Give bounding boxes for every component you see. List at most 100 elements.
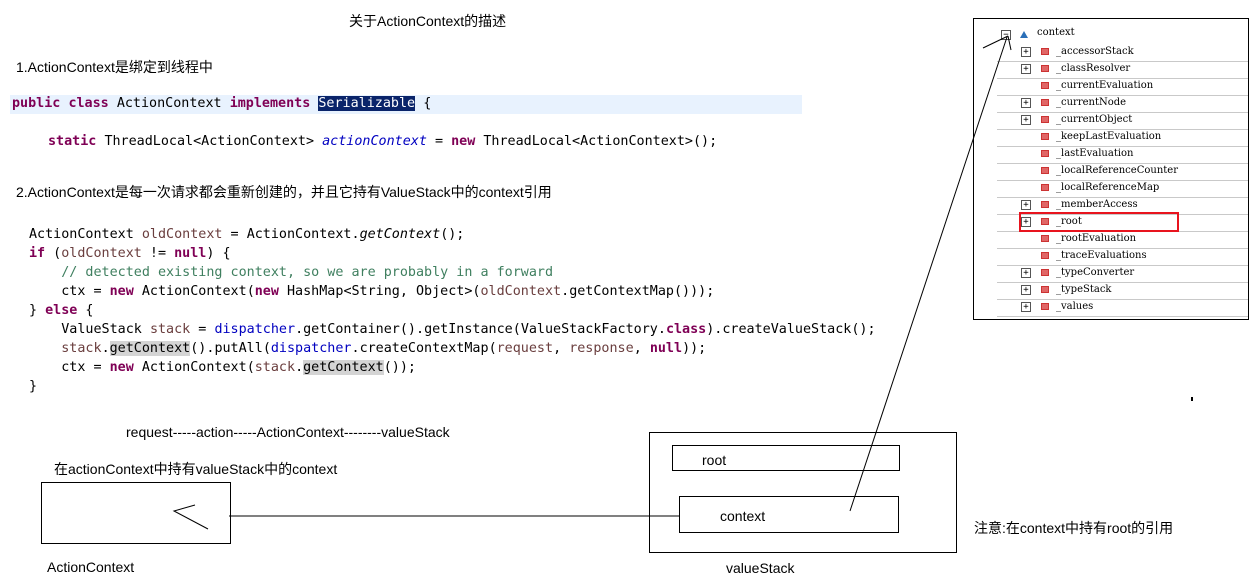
- code-token: >(: [464, 284, 481, 299]
- code-token: oldContext: [141, 227, 223, 242]
- code-token: ).: [706, 322, 723, 337]
- flow-label: request-----action-----ActionContext----…: [126, 424, 450, 440]
- code-token: ,: [399, 284, 416, 299]
- code-token: .: [561, 284, 570, 299]
- code-token: ();: [440, 227, 465, 242]
- stray-mark: [1191, 397, 1193, 401]
- code-token: class: [665, 322, 707, 337]
- triangle-icon: [1020, 31, 1028, 38]
- expand-toggle-icon[interactable]: +: [1021, 115, 1031, 125]
- code-token: new: [254, 284, 279, 299]
- code-token: .: [351, 341, 360, 356]
- code-token: (: [488, 341, 497, 356]
- tree-item[interactable]: + _currentNode: [997, 95, 1248, 113]
- tree-item-label: _currentNode: [1056, 97, 1127, 108]
- keyword: implements: [229, 96, 311, 111]
- code-token: ().: [399, 322, 425, 337]
- tree-item[interactable]: _traceEvaluations: [997, 248, 1248, 266]
- code-token: =: [85, 284, 110, 299]
- code-token: ());: [383, 360, 416, 375]
- code-comment: // detected existing context, so we are …: [29, 265, 554, 280]
- code-token: new: [109, 360, 134, 375]
- code-token: ctx: [61, 360, 86, 375]
- code-token: ctx: [61, 284, 86, 299]
- code-token: createValueStack: [722, 322, 852, 337]
- tree-item-label: _localReferenceMap: [1056, 182, 1160, 193]
- selected-text[interactable]: Serializable: [318, 96, 416, 111]
- expand-toggle-icon[interactable]: +: [1021, 268, 1031, 278]
- constructor-call: ThreadLocal<ActionContext>();: [483, 134, 718, 149]
- class-name: ActionContext: [116, 96, 222, 111]
- expand-toggle-icon[interactable]: +: [1021, 200, 1031, 210]
- code-token: response: [569, 341, 634, 356]
- private-field-icon: [1041, 82, 1049, 89]
- tree-item[interactable]: _localReferenceCounter: [997, 163, 1248, 181]
- tree-item[interactable]: + _typeStack: [997, 282, 1248, 300]
- tree-item[interactable]: + _classResolver: [997, 61, 1248, 79]
- code-token: ().: [190, 341, 215, 356]
- code-token: ActionContext: [246, 227, 352, 242]
- code-token: ()));: [674, 284, 715, 299]
- tree-item-label: _typeStack: [1056, 284, 1112, 295]
- tree-item-label: _localReferenceCounter: [1056, 165, 1178, 176]
- private-field-icon: [1041, 133, 1049, 140]
- tree-item[interactable]: _rootEvaluation: [997, 231, 1248, 249]
- code-token: putAll: [214, 341, 263, 356]
- code-token: .: [657, 322, 666, 337]
- tree-item[interactable]: _localReferenceMap: [997, 180, 1248, 198]
- collapse-toggle-icon[interactable]: −: [1001, 30, 1011, 40]
- section1-heading: 1.ActionContext是绑定到线程中: [16, 59, 213, 75]
- tree-item[interactable]: _currentEvaluation: [997, 78, 1248, 96]
- expand-toggle-icon[interactable]: +: [1021, 64, 1031, 74]
- code-token: HashMap: [287, 284, 344, 299]
- code-token: String: [351, 284, 400, 299]
- page-title: 关于ActionContext的描述: [349, 13, 507, 29]
- code-token: if: [29, 246, 46, 261]
- private-field-icon: [1041, 150, 1049, 157]
- code-line: ctx = new ActionContext(stack.getContext…: [29, 358, 876, 377]
- code-token: oldContext: [480, 284, 562, 299]
- code-token: ,: [553, 341, 570, 356]
- action-context-label: ActionContext: [47, 559, 135, 575]
- tree-item[interactable]: + _values: [997, 299, 1248, 317]
- tree-item-label: _lastEvaluation: [1056, 148, 1134, 159]
- private-field-icon: [1041, 252, 1049, 259]
- tree-item[interactable]: _keepLastEvaluation: [997, 129, 1248, 147]
- code-token: =: [85, 360, 110, 375]
- code-token: null: [174, 246, 207, 261]
- code-token: (: [262, 341, 271, 356]
- code-token: getContext: [303, 360, 384, 375]
- expand-toggle-icon[interactable]: +: [1021, 285, 1031, 295]
- field-name: actionContext: [322, 134, 427, 149]
- expand-toggle-icon[interactable]: +: [1021, 47, 1031, 57]
- context-label: context: [720, 508, 766, 524]
- tree-item-label: _classResolver: [1056, 63, 1131, 74]
- code-token: dispatcher: [214, 322, 296, 337]
- tree-item[interactable]: + _typeConverter: [997, 265, 1248, 283]
- tree-item[interactable]: + _root: [997, 212, 1248, 232]
- code-token: }: [29, 303, 46, 318]
- code-token: (: [45, 246, 62, 261]
- code-token: =: [222, 227, 247, 242]
- tree-root-label: context: [1037, 27, 1075, 38]
- tree-item[interactable]: + _accessorStack: [997, 44, 1248, 62]
- code-token: stack: [254, 360, 296, 375]
- code-token: getInstance: [424, 322, 513, 337]
- code-token: Object: [416, 284, 465, 299]
- tree-item[interactable]: _lastEvaluation: [997, 146, 1248, 164]
- code-token: .: [351, 227, 360, 242]
- code-block: ActionContext oldContext = ActionContext…: [29, 225, 876, 396]
- highlight-box: [1019, 212, 1179, 232]
- tree-item-label: _traceEvaluations: [1056, 250, 1147, 261]
- debug-variable-tree: − context + _accessorStack + _classResolver…: [973, 18, 1249, 320]
- private-field-icon: [1041, 65, 1049, 72]
- tree-item[interactable]: + _currentObject: [997, 112, 1248, 130]
- code-token: ();: [851, 322, 876, 337]
- code-line: } else {: [29, 301, 876, 320]
- expand-toggle-icon[interactable]: +: [1021, 302, 1031, 312]
- code-token: }: [29, 379, 38, 394]
- expand-toggle-icon[interactable]: +: [1021, 98, 1031, 108]
